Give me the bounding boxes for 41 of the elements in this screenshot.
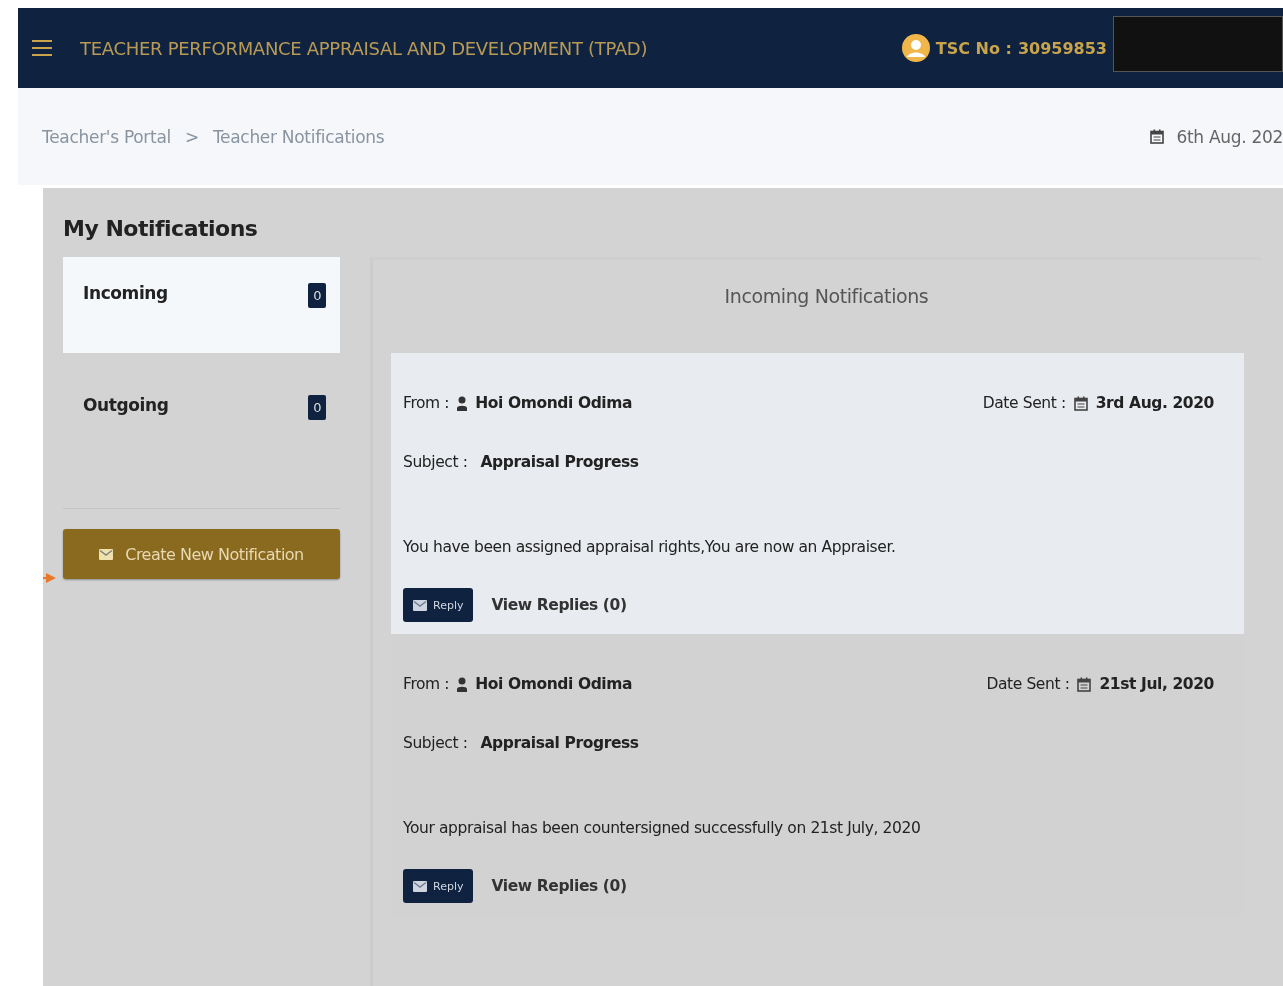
create-notification-button[interactable]: Create New Notification xyxy=(63,529,340,579)
calendar-icon xyxy=(1150,129,1165,144)
subject-text: Appraisal Progress xyxy=(479,453,639,471)
date-label: Date Sent : xyxy=(986,675,1070,693)
envelope-icon xyxy=(413,880,427,892)
view-replies-link[interactable]: View Replies (0) xyxy=(491,877,627,895)
breadcrumb-separator: > xyxy=(184,126,199,147)
list-title: Incoming Notifications xyxy=(723,285,930,307)
notification-message: Your appraisal has been countersigned successfully on 21st July, 2020 xyxy=(403,819,922,837)
menu-icon[interactable] xyxy=(32,40,52,56)
sent-date: 21st Jul, 2020 xyxy=(1099,675,1214,693)
folder-tab[interactable]: Outgoing 0 xyxy=(63,369,340,509)
from-label: From : xyxy=(403,394,450,412)
count-badge: 0 xyxy=(308,395,326,420)
subject-label: Subject : xyxy=(403,453,468,471)
sent-date: 3rd Aug. 2020 xyxy=(1095,394,1214,412)
user-avatar-icon xyxy=(901,34,930,62)
reply-button[interactable]: Reply xyxy=(403,869,474,903)
calendar-icon xyxy=(1073,395,1088,411)
envelope-icon xyxy=(99,548,114,560)
view-replies-link[interactable]: View Replies (0) xyxy=(491,596,627,614)
tsc-number: 30959853 xyxy=(1017,38,1107,58)
person-icon xyxy=(457,395,468,411)
tsc-label: TSC No : xyxy=(935,38,1012,58)
subject-label: Subject : xyxy=(403,734,468,752)
reply-button[interactable]: Reply xyxy=(403,588,474,622)
breadcrumb-item: Teacher Notifications xyxy=(212,126,385,147)
sender-name: Hoi Omondi Odima xyxy=(475,675,633,693)
date-label: Date Sent : xyxy=(982,394,1066,412)
subject-text: Appraisal Progress xyxy=(479,734,639,752)
count-badge: 0 xyxy=(308,283,326,308)
panel-title: My Notifications xyxy=(63,216,259,241)
app-title: TEACHER PERFORMANCE APPRAISAL AND DEVELOPMENT (TPAD) xyxy=(80,37,648,59)
envelope-icon xyxy=(413,599,427,611)
folder-tab[interactable]: Incoming 0 xyxy=(63,257,340,353)
person-icon xyxy=(457,676,468,692)
calendar-icon xyxy=(1077,676,1092,692)
notification-message: You have been assigned appraisal rights,You are now an Appraiser. xyxy=(403,538,897,556)
sender-name: Hoi Omondi Odima xyxy=(475,394,633,412)
current-date: 6th Aug. 202 xyxy=(1176,126,1283,147)
from-label: From : xyxy=(403,675,450,693)
